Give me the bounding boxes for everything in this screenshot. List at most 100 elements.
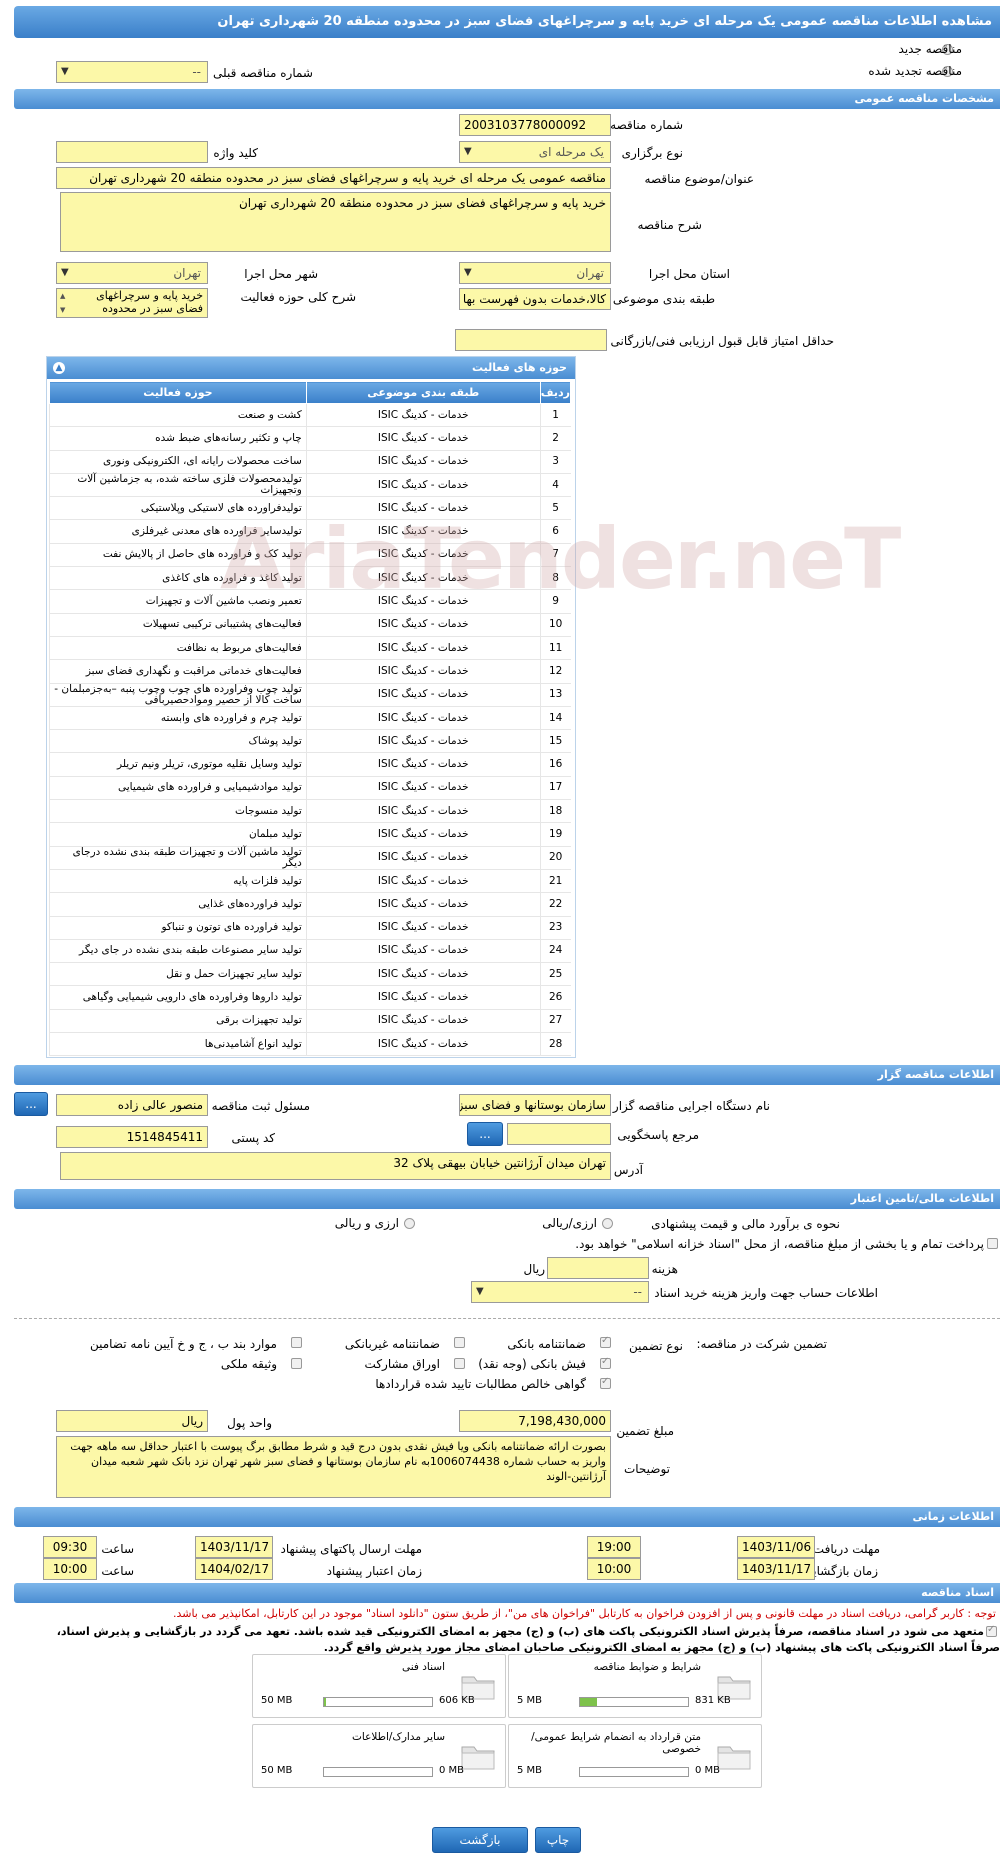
prev-number-select[interactable]: -- ▼	[56, 61, 208, 83]
row-category: خدمات - کدینگ ISIC	[305, 543, 541, 568]
row-activity: تولید سایر تجهیزات حمل و نقل	[49, 962, 307, 987]
table-row: 2 خدمات - کدینگ ISIC چاپ و تکثیر رسانه‌های…	[49, 426, 571, 451]
row-activity: چاپ و تکثیر رسانه‌های ضبط شده	[49, 426, 307, 451]
activity-desc-label: شرح کلی حوزه فعالیت	[240, 290, 357, 304]
back-button[interactable]: بازگشت	[432, 1827, 528, 1853]
row-activity: تولید چوب وفراورده های چوب وچوب پنبه –بە…	[49, 683, 307, 707]
row-activity: تولید تجهیزات برقی	[49, 1009, 307, 1034]
row-number: 24	[539, 939, 571, 964]
ref-lookup-button[interactable]: ...	[467, 1122, 503, 1146]
row-number: 17	[539, 776, 571, 801]
payment-note: پرداخت تمام و یا بخشی از مبلغ مناقصه، از…	[575, 1237, 984, 1251]
doc-tile-contract[interactable]: متن قرارداد به انضمام شرایط عمومی/خصوصی …	[508, 1724, 762, 1788]
row-number: 21	[539, 869, 571, 894]
row-number: 23	[539, 916, 571, 940]
collapse-icon[interactable]: ▲	[53, 362, 65, 374]
table-row: 10 خدمات - کدینگ ISIC فعالیت‌های پشتیبانی …	[49, 613, 571, 637]
print-button[interactable]: چاپ	[535, 1827, 581, 1853]
table-row: 6 خدمات - کدینگ ISIC تولیدسایر فراورده های…	[49, 519, 571, 544]
min-score-field[interactable]	[455, 329, 607, 351]
doc-tile-other[interactable]: سایر مدارک/اطلاعات 0 MB 50 MB	[252, 1724, 506, 1788]
account-select[interactable]: -- ▼	[471, 1281, 649, 1303]
nonbank-guarantee-checkbox[interactable]	[454, 1337, 465, 1348]
send-label: مهلت ارسال پاکتهای پیشنهاد	[280, 1542, 422, 1556]
row-activity: تولیدمحصولات فلزی ساخته شده، به جزماشین …	[49, 473, 307, 498]
desc-label: شرح مناقصه	[637, 218, 702, 232]
city-select[interactable]: تهران ▼	[56, 262, 208, 284]
nonbank-guarantee-label: ضمانتنامه غیربانکی	[344, 1337, 440, 1351]
category-field: کالا،خدمات بدون فهرست بها	[459, 288, 611, 310]
row-category: خدمات - کدینگ ISIC	[305, 589, 541, 614]
table-row: 4 خدمات - کدینگ ISIC تولیدمحصولات فلزی ساخ…	[49, 473, 571, 498]
number-label: شماره مناقصه	[610, 118, 683, 132]
send-time-field: 09:30	[43, 1536, 97, 1558]
row-activity: تولید چرم و فراورده های وابسته	[49, 706, 307, 731]
row-activity: تولید سایر مصنوعات طبقه بندی نشده در جای…	[49, 939, 307, 964]
org-field: سازمان بوستانها و فضای سبز	[459, 1094, 611, 1116]
table-row: 3 خدمات - کدینگ ISIC ساخت محصولات رایانه ا…	[49, 450, 571, 474]
table-row: 18 خدمات - کدینگ ISIC تولید منسوجات	[49, 799, 571, 824]
postal-label: کد پستی	[231, 1131, 276, 1145]
doc-tile-conditions[interactable]: شرایط و ضوابط مناقصه 831 KB 5 MB	[508, 1654, 762, 1718]
chevron-down-icon: ▼	[476, 1286, 484, 1297]
row-activity: تولید مبلمان	[49, 822, 307, 847]
responsible-lookup-button[interactable]: ...	[14, 1092, 48, 1116]
row-number: 28	[539, 1032, 571, 1057]
unit-label: واحد پول	[227, 1416, 272, 1430]
progress-bar	[323, 1767, 433, 1777]
bonds-label: اوراق مشارکت	[364, 1357, 440, 1371]
activities-table: ردیف طبقه بندی موضوعی حوزه فعالیت 1 خدمات…	[49, 381, 572, 1057]
divider	[14, 1318, 1000, 1319]
amount-label: مبلغ تضمین	[616, 1424, 674, 1438]
province-select[interactable]: تهران ▼	[459, 262, 611, 284]
cheque-label: فیش بانکی (وجه نقد)	[478, 1357, 586, 1371]
keyword-field[interactable]	[56, 141, 208, 163]
renewed-tender-label: مناقصه تجدید شده	[868, 64, 962, 78]
row-number: 20	[539, 846, 571, 870]
bonds-checkbox[interactable]	[454, 1358, 465, 1369]
doc-fee-field[interactable]	[547, 1257, 649, 1279]
row-activity: تولید فلزات پایه	[49, 869, 307, 894]
row-category: خدمات - کدینگ ISIC	[305, 916, 541, 940]
clauses-checkbox[interactable]	[291, 1337, 302, 1348]
estimate-rial-radio[interactable]	[602, 1218, 613, 1229]
chevron-down-icon: ▼	[61, 267, 69, 278]
table-row: 1 خدمات - کدینگ ISIC کشت و صنعت	[49, 403, 571, 428]
row-activity: تولید فراورده های توتون و تنباکو	[49, 916, 307, 940]
col-activity: حوزه فعالیت	[49, 381, 307, 404]
col-row: ردیف	[539, 381, 572, 404]
row-number: 3	[539, 450, 571, 474]
desc-field: خرید پایه و سرچراغهای فضای سبز در محدوده…	[60, 192, 611, 252]
property-checkbox[interactable]	[291, 1358, 302, 1369]
row-number: 2	[539, 426, 571, 451]
row-number: 10	[539, 613, 571, 637]
commit-checkbox[interactable]	[986, 1624, 997, 1637]
estimate-fx-radio[interactable]	[404, 1218, 415, 1229]
row-number: 5	[539, 496, 571, 521]
row-activity: تعمیر ونصب ماشین آلات و تجهیزات	[49, 589, 307, 614]
hold-type-select[interactable]: یک مرحله ای ▼	[459, 141, 611, 163]
table-row: 17 خدمات - کدینگ ISIC تولید موادشیمیایی و …	[49, 776, 571, 801]
bank-guarantee-checkbox[interactable]	[600, 1335, 611, 1348]
open-date-field: 1403/11/17	[737, 1558, 815, 1580]
treasury-checkbox[interactable]	[987, 1238, 998, 1249]
row-number: 19	[539, 822, 571, 847]
claims-checkbox[interactable]	[600, 1376, 611, 1389]
row-number: 9	[539, 589, 571, 614]
row-number: 1	[539, 403, 571, 428]
cheque-checkbox[interactable]	[600, 1356, 611, 1369]
progress-bar	[323, 1697, 433, 1707]
doc-tile-technical[interactable]: اسناد فنی 606 KB 50 MB	[252, 1654, 506, 1718]
folder-icon	[717, 1746, 751, 1770]
responsible-label: مسئول ثبت مناقصه	[211, 1099, 310, 1113]
receive-time-field: 19:00	[587, 1536, 641, 1558]
receive-date-field: 1403/11/06	[737, 1536, 815, 1558]
ref-label: مرجع پاسخگویی	[617, 1128, 699, 1142]
col-category: طبقه بندی موضوعی	[305, 381, 541, 404]
ref-field[interactable]	[507, 1123, 611, 1145]
table-row: 28 خدمات - کدینگ ISIC تولید انواع آشامیدنی…	[49, 1032, 571, 1057]
address-label: آدرس	[613, 1163, 643, 1177]
scroll-arrows-icon[interactable]: ▲ ▼	[60, 289, 65, 317]
claims-label: گواهی خالص مطالبات تایید شده قراردادها	[375, 1377, 586, 1391]
estimate-label: نحوه ی برآورد مالی و قیمت پیشنهادی	[651, 1217, 840, 1231]
